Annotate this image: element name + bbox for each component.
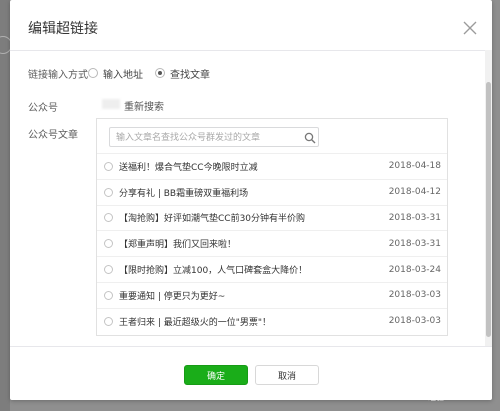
radio-input-address[interactable]: 输入地址 — [88, 66, 143, 81]
account-name-redacted — [102, 99, 120, 109]
radio-unchecked-icon — [104, 290, 113, 300]
article-row[interactable]: 送福利！爆合气垫CC今晚限时立减 2018-04-18 — [97, 153, 447, 179]
article-list: 送福利！爆合气垫CC今晚限时立减 2018-04-18 分享有礼 | BB霜重磅… — [97, 153, 447, 334]
article-row[interactable]: 分享有礼 | BB霜重磅双重福利场 2018-04-12 — [97, 178, 447, 205]
article-row[interactable]: 【郑重声明】我们又回来啦！ 2018-03-31 — [97, 230, 447, 256]
article-date: 2018-03-31 — [388, 212, 441, 223]
article-title: 【郑重声明】我们又回来啦！ — [119, 240, 237, 251]
search-icon[interactable] — [304, 132, 316, 144]
article-row[interactable]: 【限时抢购】立减100，人气口碑套盒大降价！ 2018-03-24 — [97, 256, 447, 282]
article-date: 2018-03-03 — [388, 290, 441, 301]
account-label: 公众号 — [28, 103, 58, 114]
dialog-title: 编辑超链接 — [28, 21, 98, 37]
article-title: 重要通知 | 停更只为更好~ — [119, 291, 226, 302]
article-title: 送福利！爆合气垫CC今晚限时立减 — [119, 162, 258, 173]
radio-checked-icon — [155, 68, 165, 78]
article-date: 2018-04-18 — [388, 161, 441, 172]
dialog-scrollbar-thumb[interactable] — [486, 82, 491, 337]
baidu-watermark-sub: 经验 — [428, 393, 444, 402]
article-title: 【限时抢购】立减100，人气口碑套盒大降价！ — [119, 266, 308, 277]
radio-label: 查找文章 — [170, 69, 210, 81]
radio-unchecked-icon — [104, 213, 113, 223]
footer-divider — [10, 346, 492, 347]
article-title: 王者归来 | 最近超级火的一位"男票"！ — [119, 317, 272, 328]
close-icon[interactable] — [462, 20, 478, 36]
article-row[interactable]: 【淘抢购】好评如潮气垫CC前30分钟有半价购 2018-03-31 — [97, 204, 447, 231]
radio-unchecked-icon — [104, 239, 113, 249]
radio-unchecked-icon — [104, 316, 113, 326]
article-date: 2018-03-03 — [388, 316, 441, 327]
link-mode-radio-group: 输入地址 查找文章 — [88, 66, 222, 81]
article-date: 2018-04-12 — [388, 187, 441, 198]
article-row[interactable]: 重要通知 | 停更只为更好~ 2018-03-03 — [97, 281, 447, 308]
article-search-box — [109, 127, 319, 147]
article-row[interactable]: 王者归来 | 最近超级火的一位"男票"！ 2018-03-03 — [97, 307, 447, 334]
baidu-watermark-text: Bai du — [416, 364, 488, 388]
article-search-input[interactable] — [116, 131, 296, 145]
article-panel: 送福利！爆合气垫CC今晚限时立减 2018-04-18 分享有礼 | BB霜重磅… — [96, 118, 448, 336]
header-divider — [10, 50, 492, 51]
article-title: 【淘抢购】好评如潮气垫CC前30分钟有半价购 — [119, 214, 306, 225]
radio-label: 输入地址 — [103, 69, 143, 81]
radio-unchecked-icon — [104, 265, 113, 275]
confirm-button[interactable]: 确定 — [184, 365, 248, 385]
article-date: 2018-03-31 — [388, 238, 441, 249]
radio-unchecked-icon — [104, 187, 113, 197]
background-sidebar — [0, 0, 10, 411]
edit-hyperlink-dialog: 编辑超链接 链接输入方式 输入地址 查找文章 公众号 重新搜索 公众号文章 输入… — [10, 0, 492, 400]
articles-label: 公众号文章 — [28, 130, 78, 141]
radio-unchecked-icon — [88, 68, 98, 78]
cancel-button[interactable]: 取消 — [255, 365, 319, 385]
radio-unchecked-icon — [104, 161, 113, 171]
article-title: 分享有礼 | BB霜重磅双重福利场 — [119, 188, 249, 199]
research-link[interactable]: 重新搜索 — [124, 98, 164, 113]
radio-find-article[interactable]: 查找文章 — [155, 66, 210, 81]
background-text — [130, 400, 133, 411]
article-date: 2018-03-24 — [388, 264, 441, 275]
link-mode-label: 链接输入方式 — [28, 70, 88, 81]
